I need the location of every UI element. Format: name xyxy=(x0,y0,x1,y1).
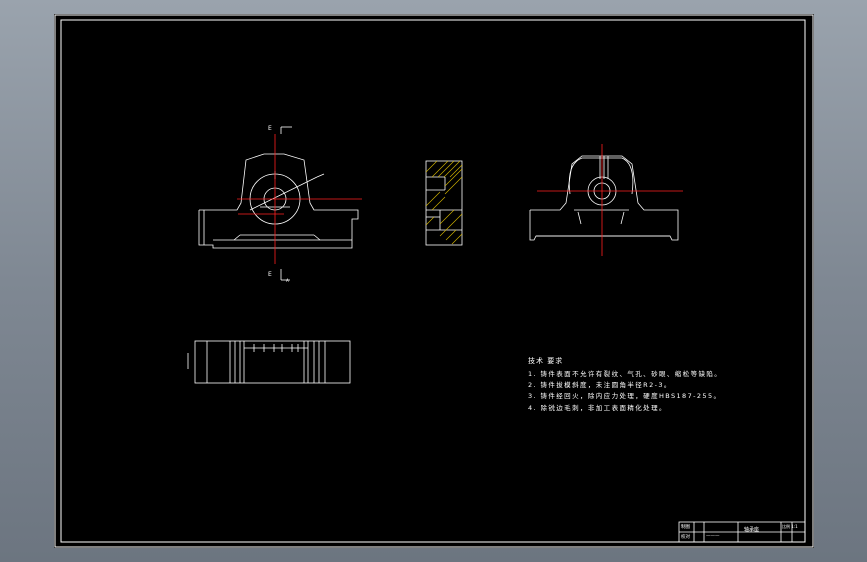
cad-viewport[interactable]: E E A 技术 要求 1. 铸件表面不允许有裂纹、气孔、砂眼、缩松等缺陷。 2… xyxy=(54,14,814,548)
right-view-centerlines xyxy=(537,144,683,256)
leader-line xyxy=(249,176,318,211)
front-view xyxy=(198,153,359,249)
title-block-drafter: 制图 xyxy=(681,525,690,530)
tech-requirement-4: 4. 除锐边毛刺，非加工表面精化处理。 xyxy=(528,404,667,412)
plan-view xyxy=(187,340,351,384)
section-label-top: E xyxy=(268,125,272,132)
outer-border xyxy=(54,14,814,548)
front-view-centerlines xyxy=(237,134,362,264)
section-label-bottom: E xyxy=(268,271,272,278)
tech-requirement-3: 3. 铸件经回火，除内应力处理，硬度HBS187-255。 xyxy=(528,392,722,400)
front-view-outline xyxy=(198,153,359,249)
section-arrow-tag: A xyxy=(286,278,289,283)
drawing-sheet xyxy=(54,14,814,548)
right-view xyxy=(529,155,679,241)
tech-requirements-title: 技术 要求 xyxy=(528,357,564,365)
side-view-hatch xyxy=(425,160,463,245)
title-block-school: ——— xyxy=(706,534,720,539)
title-block-part-name: 轴承座 xyxy=(744,527,760,533)
tech-requirement-1: 1. 铸件表面不允许有裂纹、气孔、砂眼、缩松等缺陷。 xyxy=(528,370,723,378)
section-markers xyxy=(280,126,292,281)
title-block-checker: 校对 xyxy=(681,535,690,540)
inner-border xyxy=(60,19,806,543)
title-block-scale: 比例 1:1 xyxy=(782,524,798,529)
tech-requirement-2: 2. 铸件拔模斜度，未注圆角半径R2-3。 xyxy=(528,381,672,389)
